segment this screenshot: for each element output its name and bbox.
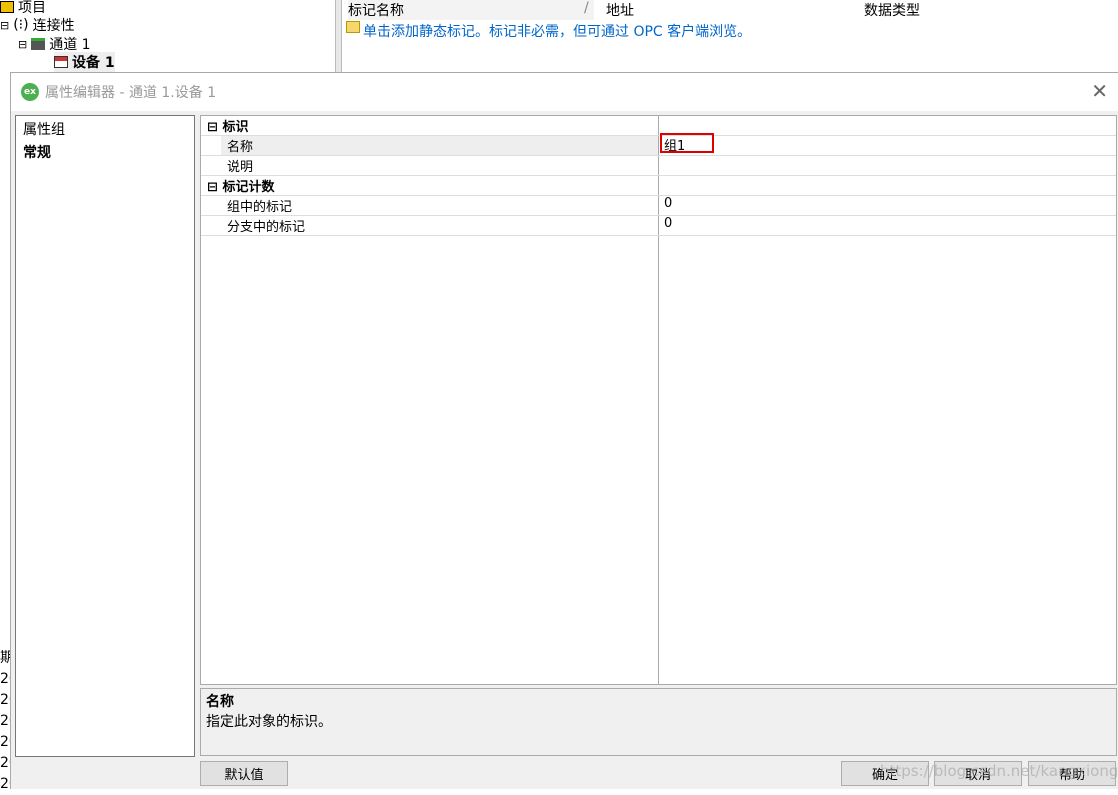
description-text: 指定此对象的标识。 [206, 714, 332, 730]
property-name: 分支中的标记 [227, 220, 306, 235]
log-row: 20 [0, 692, 10, 708]
log-row: 20 [0, 755, 10, 771]
tree-item-device[interactable]: 设备 1 [54, 52, 115, 72]
connectivity-icon: (⁝) [13, 17, 29, 33]
column-tag-name[interactable]: 标记名称 [348, 0, 594, 20]
channel-icon [31, 38, 46, 50]
background-log: 期 20 20 20 20 20 20 [0, 648, 10, 795]
log-row: 20 [0, 776, 10, 792]
property-name: 组中的标记 [227, 200, 293, 215]
log-row: 20 [0, 713, 10, 729]
tree-item-channel[interactable]: ⊟ 通道 1 [18, 34, 91, 54]
log-header: 期 [0, 650, 10, 666]
property-groups-header: 属性组 [23, 122, 65, 138]
dialog-title: 属性编辑器 - 通道 1.设备 1 [45, 85, 217, 101]
add-tag-icon [346, 21, 360, 33]
title-bar[interactable]: ex 属性编辑器 - 通道 1.设备 1 ✕ [11, 73, 1118, 111]
section-tag-count[interactable]: ⊟ 标记计数 [201, 176, 1116, 196]
sort-icon: / [584, 0, 589, 16]
name-input[interactable]: 组1 [660, 133, 714, 154]
property-row-name[interactable]: 名称 组1 [201, 133, 1116, 156]
watermark: https://blog.csdn.net/kangxiong [880, 762, 1118, 780]
device-icon [54, 56, 68, 68]
property-row-description[interactable]: 说明 [201, 156, 1116, 176]
collapse-icon[interactable]: ⊟ [0, 19, 9, 32]
property-value: 0 [664, 216, 673, 231]
column-data-type[interactable]: 数据类型 [864, 0, 920, 20]
splitter[interactable] [335, 0, 342, 72]
collapse-icon[interactable]: ⊟ [207, 180, 218, 195]
property-value: 0 [664, 196, 673, 211]
property-grid: ⊟ 标识 名称 组1 说明 ⊟ 标记计数 组中的标记 0 分支中的标记 0 [200, 115, 1117, 685]
defaults-button[interactable]: 默认值 [200, 761, 288, 786]
property-name: 说明 [227, 160, 254, 175]
section-identification[interactable]: ⊟ 标识 [201, 116, 1116, 136]
add-tag-hint[interactable]: 单击添加静态标记。标记非必需，但可通过 OPC 客户端浏览。 [346, 21, 751, 41]
description-title: 名称 [206, 694, 234, 710]
property-editor-dialog: ex 属性编辑器 - 通道 1.设备 1 ✕ 属性组 常规 ⊟ 标识 名称 组1 … [10, 72, 1118, 789]
tree-item-connectivity[interactable]: ⊟ (⁝) 连接性 [0, 15, 75, 35]
tag-table-header: 标记名称 / 地址 数据类型 [342, 0, 1118, 20]
collapse-icon[interactable]: ⊟ [18, 38, 27, 51]
property-name: 名称 [221, 136, 658, 155]
column-address[interactable]: 地址 [606, 0, 634, 20]
close-icon[interactable]: ✕ [1091, 79, 1108, 103]
collapse-icon[interactable]: ⊟ [207, 120, 218, 135]
property-groups-panel: 属性组 常规 [15, 115, 195, 757]
property-row-tags-in-branch: 分支中的标记 0 [201, 216, 1116, 236]
property-row-tags-in-group: 组中的标记 0 [201, 196, 1116, 216]
project-icon [0, 1, 14, 13]
log-row: 20 [0, 671, 10, 687]
property-group-general[interactable]: 常规 [16, 142, 194, 162]
log-row: 20 [0, 734, 10, 750]
description-panel: 名称 指定此对象的标识。 [200, 688, 1117, 756]
app-logo-icon: ex [21, 83, 39, 101]
